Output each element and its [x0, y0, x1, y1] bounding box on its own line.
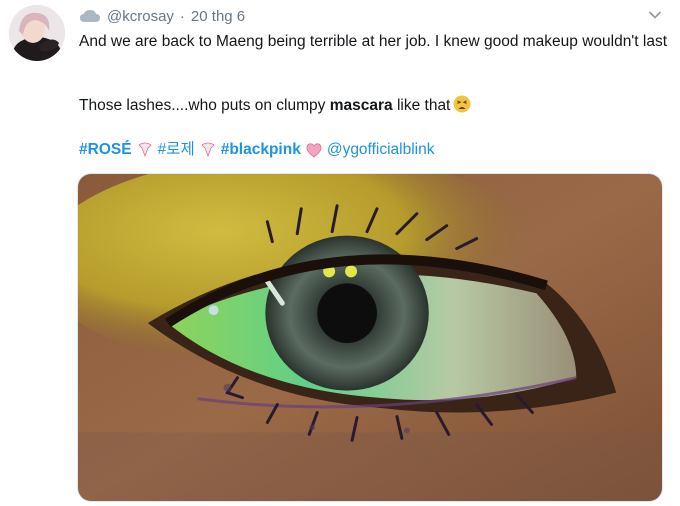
hashtag-rose[interactable]: #ROSÉ	[79, 139, 132, 161]
tweet-photo[interactable]	[77, 173, 663, 502]
separator-dot: ·	[179, 7, 185, 25]
hashtag-row: #ROSÉ #로제 #blackpink @ygofficialblink	[79, 139, 434, 161]
cloud-icon	[80, 10, 100, 22]
author-handle[interactable]: @kcrosay	[107, 8, 174, 25]
line2-suffix: like that	[392, 97, 451, 114]
avatar[interactable]	[9, 5, 65, 61]
tweet-text-line2: Those lashes....who puts on clumpy masca…	[79, 95, 471, 117]
rose-hashflag-icon	[137, 142, 152, 158]
blackpink-heart-icon	[306, 143, 322, 158]
tweet-date[interactable]: 20 thg 6	[191, 8, 245, 25]
hashtag-blackpink[interactable]: #blackpink	[221, 139, 301, 161]
hashtag-korean[interactable]: #로제	[158, 139, 195, 161]
mascara-bold: mascara	[329, 97, 393, 114]
tweet-header: @kcrosay · 20 thg 6	[79, 6, 245, 26]
chevron-down-icon[interactable]	[648, 10, 662, 20]
tweet-card[interactable]: @kcrosay · 20 thg 6 And we are back to M…	[0, 0, 680, 506]
tweet-text-line1: And we are back to Maeng being terrible …	[79, 33, 668, 50]
mention-ygofficialblink[interactable]: @ygofficialblink	[327, 139, 435, 161]
rose-hashflag-icon	[201, 142, 215, 158]
tired-face-emoji	[453, 95, 471, 113]
line2-prefix: Those lashes....who puts on clumpy	[79, 97, 330, 114]
